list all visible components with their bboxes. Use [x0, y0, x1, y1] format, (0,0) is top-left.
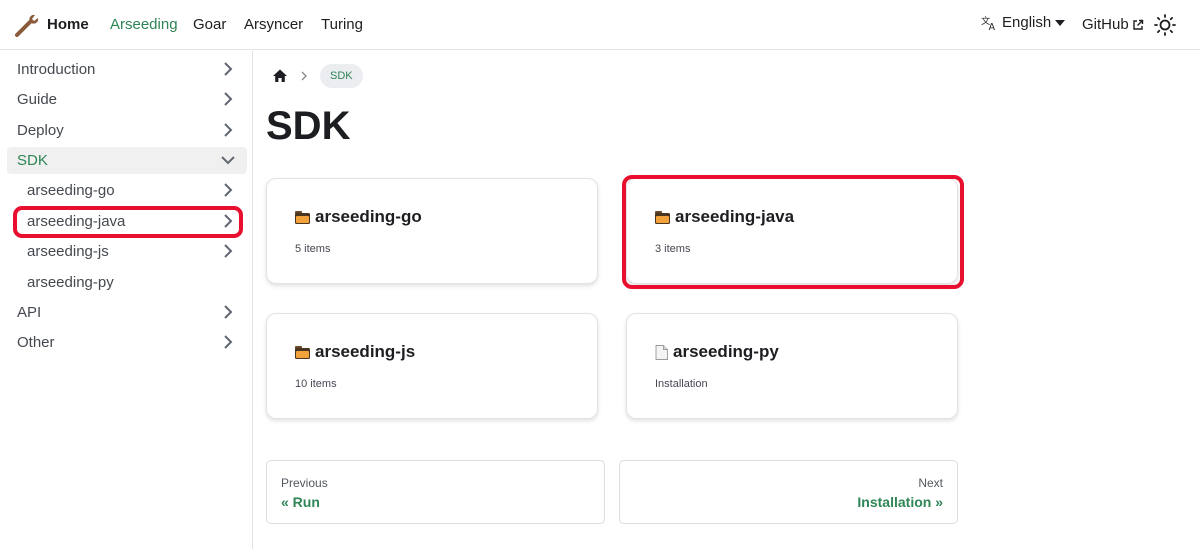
document-icon	[655, 344, 668, 360]
pagination-next-sublabel: Next	[918, 476, 943, 490]
pagination-next-label: Installation »	[857, 494, 943, 510]
external-link-icon	[1132, 19, 1143, 30]
nav-link-turing[interactable]: Turing	[321, 16, 363, 33]
card-subtitle: Installation	[655, 378, 708, 390]
chevron-right-icon	[224, 244, 233, 258]
nav-link-arseeding[interactable]: Arseeding	[110, 16, 178, 33]
sidebar-item-deploy[interactable]: Deploy	[7, 117, 247, 144]
pagination-previous-label: « Run	[281, 494, 320, 510]
translate-icon: 文 A	[981, 15, 996, 31]
card-subtitle: 10 items	[295, 378, 337, 390]
chevron-right-icon	[224, 305, 233, 319]
chevron-right-icon	[224, 123, 233, 137]
folder-icon	[295, 345, 310, 359]
caret-down-icon	[1055, 19, 1066, 26]
github-link[interactable]: GitHub	[1082, 16, 1144, 33]
chevron-right-icon	[224, 335, 233, 349]
nav-link-arsyncer[interactable]: Arsyncer	[244, 16, 303, 33]
svg-text:A: A	[989, 22, 996, 31]
card-title-row: arseeding-py	[655, 342, 779, 362]
pagination-previous[interactable]: Previous « Run	[266, 460, 605, 524]
brand-home-link[interactable]: Home	[47, 16, 89, 33]
sidebar-item-arseeding-go[interactable]: arseeding-go	[17, 177, 247, 204]
sidebar-item-label: API	[17, 304, 42, 321]
top-navbar: Home Arseeding Goar Arsyncer Turing 文 A …	[0, 0, 1200, 50]
sidebar-item-label: SDK	[17, 152, 48, 169]
language-label: English	[1002, 14, 1052, 31]
card-title: arseeding-js	[315, 342, 416, 361]
sidebar-item-label: Deploy	[17, 122, 64, 139]
sidebar-item-api[interactable]: API	[7, 299, 247, 326]
sidebar-item-label: Guide	[17, 91, 58, 108]
sidebar-item-arseeding-js[interactable]: arseeding-js	[17, 238, 247, 265]
chevron-right-icon	[224, 183, 233, 197]
card-title: arseeding-py	[673, 342, 779, 361]
language-dropdown[interactable]: 文 A English	[981, 14, 1066, 31]
card-title: arseeding-go	[315, 207, 422, 226]
sidebar-highlight-box	[13, 206, 243, 238]
sidebar-item-arseeding-py[interactable]: arseeding-py	[17, 269, 247, 296]
chevron-down-icon	[221, 156, 235, 165]
chevron-right-icon	[224, 62, 233, 76]
sidebar-item-guide[interactable]: Guide	[7, 86, 247, 113]
nav-link-goar[interactable]: Goar	[193, 16, 226, 33]
home-icon[interactable]	[272, 68, 288, 84]
wrench-logo-icon[interactable]	[14, 12, 40, 38]
pagination-previous-sublabel: Previous	[281, 476, 328, 490]
sidebar-item-label: arseeding-go	[27, 182, 115, 199]
sidebar-item-label: Other	[17, 334, 55, 351]
sidebar-item-label: arseeding-js	[27, 243, 109, 260]
category-card-arseeding-go[interactable]: arseeding-go 5 items	[266, 178, 598, 284]
folder-icon	[295, 210, 310, 224]
breadcrumb: SDK	[272, 64, 363, 88]
doc-card-arseeding-py[interactable]: arseeding-py Installation	[626, 313, 958, 419]
sun-theme-toggle-icon[interactable]	[1154, 14, 1176, 36]
sidebar-item-label: arseeding-py	[27, 274, 114, 291]
page-title: SDK	[266, 104, 351, 148]
github-label: GitHub	[1082, 16, 1129, 33]
card-subtitle: 5 items	[295, 243, 331, 255]
sidebar-item-introduction[interactable]: Introduction	[7, 56, 247, 83]
sidebar-item-label: Introduction	[17, 61, 96, 78]
pagination-next[interactable]: Next Installation »	[619, 460, 958, 524]
card-title-row: arseeding-js	[295, 342, 415, 362]
card-title-row: arseeding-go	[295, 207, 422, 227]
breadcrumb-separator-icon	[301, 71, 307, 81]
breadcrumb-current: SDK	[320, 64, 363, 88]
chevron-right-icon	[224, 92, 233, 106]
card-highlight-box	[622, 175, 964, 289]
sidebar-item-sdk[interactable]: SDK	[7, 147, 247, 174]
sidebar-item-other[interactable]: Other	[7, 329, 247, 356]
category-card-arseeding-js[interactable]: arseeding-js 10 items	[266, 313, 598, 419]
